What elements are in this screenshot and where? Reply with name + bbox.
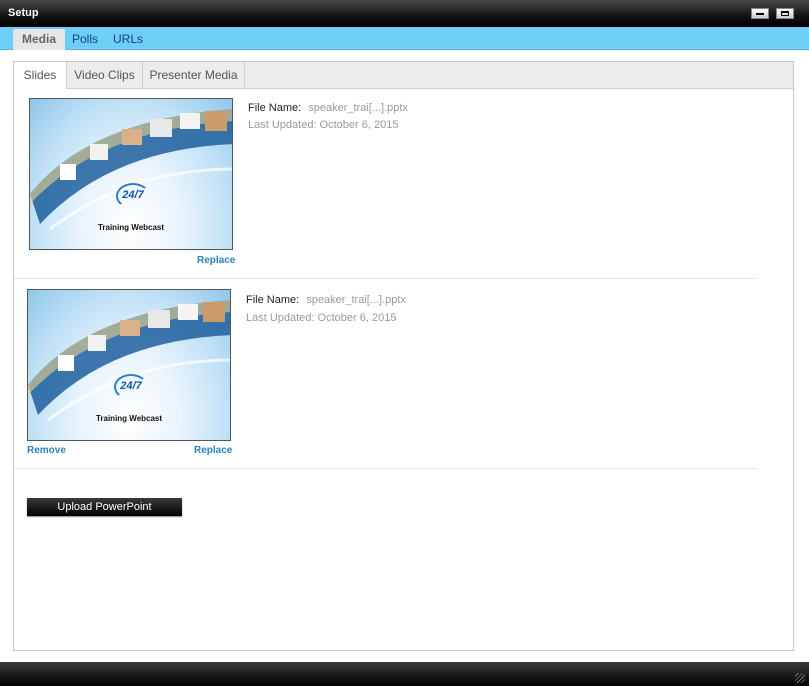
slide-caption: Training Webcast (97, 223, 165, 232)
media-panel: Slides Video Clips Presenter Media 24/7 … (13, 61, 794, 651)
replace-link[interactable]: Replace (194, 445, 232, 456)
last-updated: Last Updated: October 6, 2015 (248, 119, 399, 131)
tab-video-clips[interactable]: Video Clips (67, 62, 143, 88)
slide-caption: Training Webcast (95, 414, 163, 423)
tab-slides[interactable]: Slides (14, 62, 67, 89)
window-footer (0, 662, 809, 686)
webcasting-logo-icon: 24/7 (116, 183, 150, 209)
file-name-row: File Name: speaker_trai[...].pptx (248, 102, 408, 114)
sub-tab-bar: Slides Video Clips Presenter Media (14, 62, 793, 89)
content-area: Slides Video Clips Presenter Media 24/7 … (0, 50, 809, 662)
slide-item: 24/7 Training Webcast Replace File Name:… (14, 89, 756, 279)
slides-list[interactable]: 24/7 Training Webcast Replace File Name:… (14, 89, 793, 650)
slide-item: 24/7 Training Webcast Remove Replace Fil… (14, 279, 756, 469)
file-name-label: File Name: (248, 102, 302, 114)
tab-urls[interactable]: URLs (104, 29, 152, 50)
file-name-label: File Name: (246, 294, 300, 306)
resize-grip-icon[interactable] (795, 673, 805, 683)
upload-powerpoint-button[interactable]: Upload PowerPoint (27, 498, 182, 516)
file-name-value: speaker_trai[...].pptx (306, 294, 406, 306)
tab-polls[interactable]: Polls (63, 29, 107, 50)
file-name-row: File Name: speaker_trai[...].pptx (246, 294, 406, 306)
window-title: Setup (8, 7, 39, 19)
maximize-icon[interactable] (776, 8, 794, 19)
replace-link[interactable]: Replace (197, 255, 235, 266)
remove-link[interactable]: Remove (27, 445, 66, 456)
webcasting-logo-icon: 24/7 (114, 374, 148, 400)
tab-presenter-media[interactable]: Presenter Media (143, 62, 245, 88)
last-updated: Last Updated: October 6, 2015 (246, 312, 397, 324)
divider (14, 468, 756, 469)
tab-media[interactable]: Media (13, 29, 66, 50)
file-name-value: speaker_trai[...].pptx (308, 102, 408, 114)
main-tab-bar: Media Polls URLs (0, 27, 809, 50)
window-titlebar: Setup (0, 0, 809, 27)
slide-thumbnail: 24/7 Training Webcast (27, 289, 231, 441)
minimize-icon[interactable] (751, 8, 769, 19)
slide-thumbnail: 24/7 Training Webcast (29, 98, 233, 250)
